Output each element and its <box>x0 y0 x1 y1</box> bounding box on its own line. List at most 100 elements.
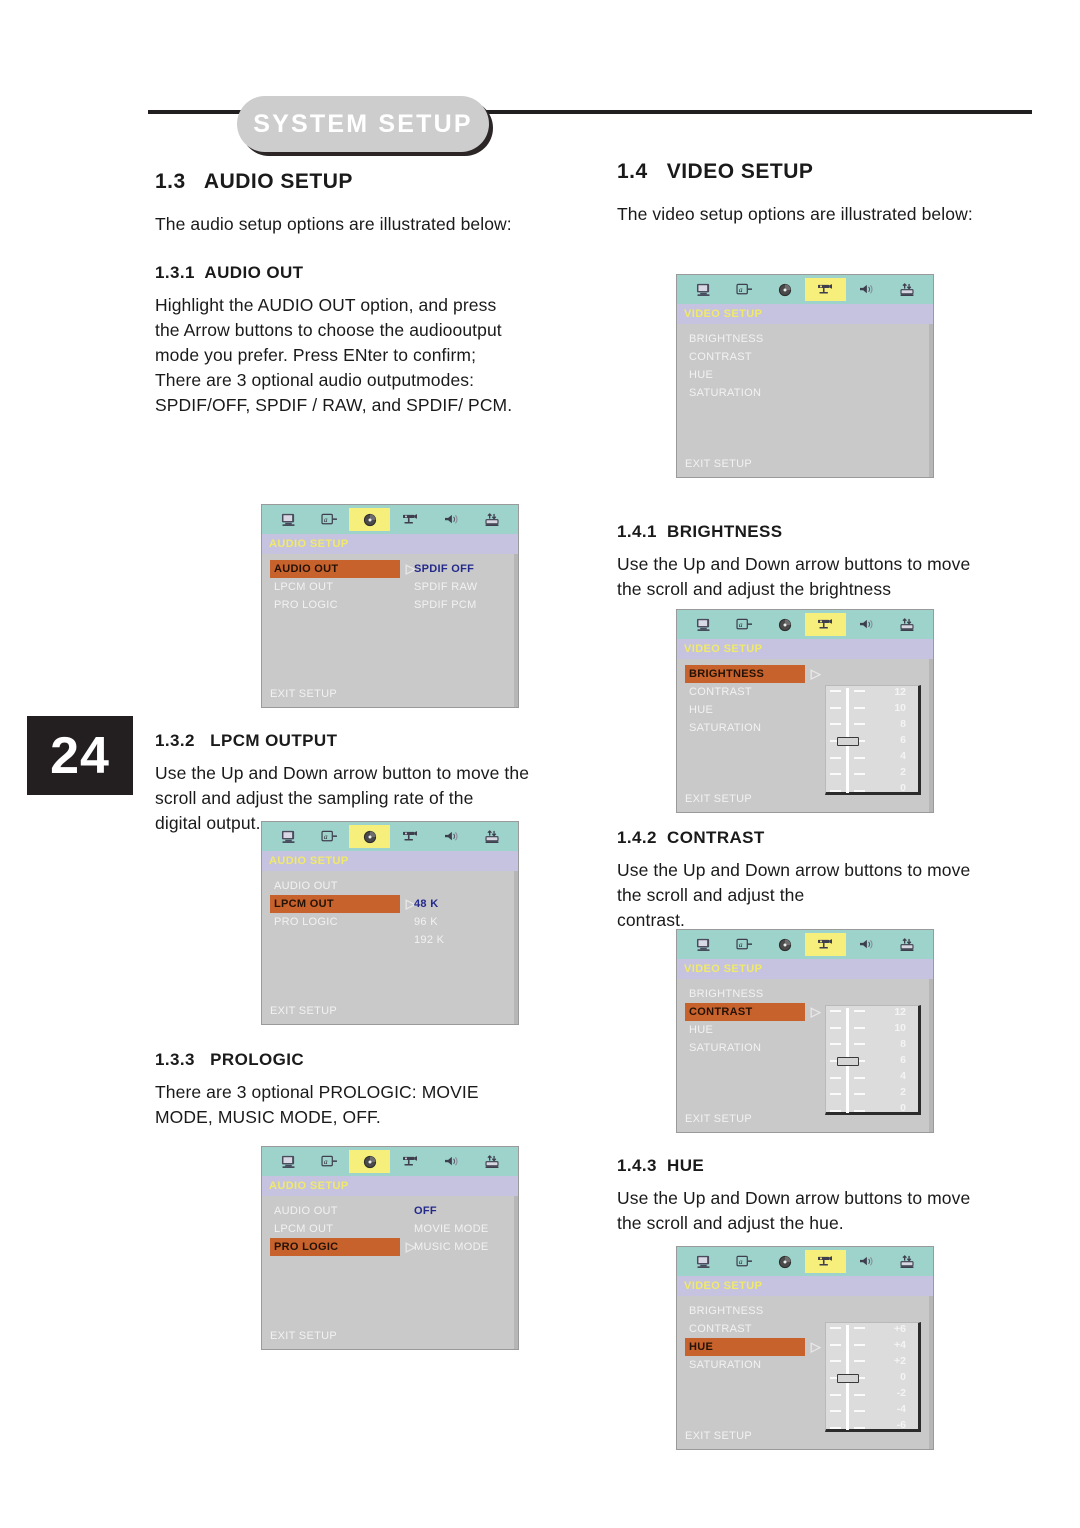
option-192k[interactable]: 192 K <box>414 931 514 949</box>
menu-item-pro-logic[interactable]: PRO LOGIC ▷ <box>270 1238 416 1256</box>
menu-item-lpcm-out[interactable]: LPCM OUT ▷ <box>270 895 416 913</box>
language-icon[interactable]: a <box>724 278 765 301</box>
language-icon[interactable]: a <box>309 508 350 531</box>
disc-icon[interactable] <box>764 278 805 301</box>
menu-item-audio-out[interactable]: AUDIO OUT ▷ <box>270 560 416 578</box>
osd-scrollbar[interactable] <box>929 979 933 1132</box>
menu-item-saturation[interactable]: SATURATION <box>685 1039 805 1057</box>
exit-setup-item[interactable]: EXIT SETUP <box>685 793 752 805</box>
menu-item-contrast[interactable]: CONTRAST <box>685 348 835 366</box>
osd-scrollbar[interactable] <box>514 871 518 1024</box>
menu-item-hue[interactable]: HUE <box>685 701 805 719</box>
menu-item-audio-out[interactable]: AUDIO OUT <box>270 877 400 895</box>
hue-slider[interactable]: +6 +4 +2 0 -2 -4 -6 <box>825 1322 921 1432</box>
disc-icon[interactable] <box>349 825 391 848</box>
menu-item-lpcm-out[interactable]: LPCM OUT <box>270 1220 400 1238</box>
option-48k[interactable]: 48 K <box>414 895 514 913</box>
disc-icon[interactable] <box>349 1150 391 1173</box>
speaker-icon[interactable] <box>431 508 472 531</box>
menu-item-pro-logic[interactable]: PRO LOGIC <box>270 596 400 614</box>
option-spdif-pcm[interactable]: SPDIF PCM <box>414 596 514 614</box>
language-icon[interactable]: a <box>724 613 765 636</box>
speaker-icon[interactable] <box>846 933 887 956</box>
speaker-icon[interactable] <box>846 613 887 636</box>
osd-video-setup[interactable]: a VIDEO SETUP BRIGHTNESS CONTRAST HUE SA… <box>676 274 934 478</box>
slider-thumb[interactable] <box>837 1374 859 1383</box>
monitor-icon[interactable] <box>268 508 309 531</box>
option-music-mode[interactable]: MUSIC MODE <box>414 1238 514 1256</box>
slider-thumb[interactable] <box>837 737 859 746</box>
menu-item-saturation[interactable]: SATURATION <box>685 1356 805 1374</box>
osd-contrast[interactable]: a VIDEO SETUP BRIGHTNESS CONTRAST ▷ HUE … <box>676 929 934 1133</box>
exit-setup-item[interactable]: EXIT SETUP <box>685 458 752 470</box>
speaker-icon[interactable] <box>431 1150 472 1173</box>
contrast-slider[interactable]: 12 10 8 6 4 2 0 <box>825 1005 921 1115</box>
tuner-icon[interactable] <box>886 933 927 956</box>
monitor-icon[interactable] <box>683 933 724 956</box>
exit-setup-item[interactable]: EXIT SETUP <box>270 1005 337 1017</box>
camcorder-icon[interactable] <box>805 1250 846 1273</box>
menu-item-contrast[interactable]: CONTRAST <box>685 1320 805 1338</box>
speaker-icon[interactable] <box>846 278 887 301</box>
menu-item-contrast[interactable]: CONTRAST ▷ <box>685 1003 821 1021</box>
language-icon[interactable]: a <box>724 933 765 956</box>
menu-item-saturation[interactable]: SATURATION <box>685 719 805 737</box>
osd-audio-out[interactable]: a AUDIO SETUP AUDIO OUT ▷ LPCM OUT PRO L… <box>261 504 519 708</box>
option-off[interactable]: OFF <box>414 1202 514 1220</box>
tuner-icon[interactable] <box>471 1150 512 1173</box>
disc-icon[interactable] <box>349 508 391 531</box>
slider-thumb[interactable] <box>837 1057 859 1066</box>
disc-icon[interactable] <box>764 1250 805 1273</box>
language-icon[interactable]: a <box>309 825 350 848</box>
monitor-icon[interactable] <box>268 1150 309 1173</box>
camcorder-icon[interactable] <box>390 825 431 848</box>
language-icon[interactable]: a <box>724 1250 765 1273</box>
monitor-icon[interactable] <box>268 825 309 848</box>
tuner-icon[interactable] <box>471 825 512 848</box>
osd-scrollbar[interactable] <box>514 554 518 707</box>
menu-item-hue[interactable]: HUE <box>685 366 835 384</box>
osd-hue[interactable]: a VIDEO SETUP BRIGHTNESS CONTRAST HUE ▷ … <box>676 1246 934 1450</box>
option-spdif-off[interactable]: SPDIF OFF <box>414 560 514 578</box>
menu-item-audio-out[interactable]: AUDIO OUT <box>270 1202 400 1220</box>
tuner-icon[interactable] <box>471 508 512 531</box>
menu-item-brightness[interactable]: BRIGHTNESS ▷ <box>685 665 821 683</box>
menu-item-hue[interactable]: HUE <box>685 1021 805 1039</box>
monitor-icon[interactable] <box>683 1250 724 1273</box>
osd-scrollbar[interactable] <box>514 1196 518 1349</box>
option-96k[interactable]: 96 K <box>414 913 514 931</box>
camcorder-icon[interactable] <box>805 613 846 636</box>
camcorder-icon[interactable] <box>390 1150 431 1173</box>
menu-item-saturation[interactable]: SATURATION <box>685 384 835 402</box>
exit-setup-item[interactable]: EXIT SETUP <box>270 688 337 700</box>
menu-item-hue[interactable]: HUE ▷ <box>685 1338 821 1356</box>
camcorder-icon[interactable] <box>390 508 431 531</box>
option-spdif-raw[interactable]: SPDIF RAW <box>414 578 514 596</box>
option-movie-mode[interactable]: MOVIE MODE <box>414 1220 514 1238</box>
osd-brightness[interactable]: a VIDEO SETUP BRIGHTNESS ▷ CONTRAST HUE … <box>676 609 934 813</box>
camcorder-icon[interactable] <box>805 278 846 301</box>
tuner-icon[interactable] <box>886 278 927 301</box>
disc-icon[interactable] <box>764 933 805 956</box>
brightness-slider[interactable]: 12 10 8 6 4 2 0 <box>825 685 921 795</box>
tuner-icon[interactable] <box>886 613 927 636</box>
language-icon[interactable]: a <box>309 1150 350 1173</box>
menu-item-pro-logic[interactable]: PRO LOGIC <box>270 913 400 931</box>
tuner-icon[interactable] <box>886 1250 927 1273</box>
osd-pro-logic[interactable]: a AUDIO SETUP AUDIO OUT LPCM OUT PRO LOG… <box>261 1146 519 1350</box>
menu-item-brightness[interactable]: BRIGHTNESS <box>685 330 835 348</box>
exit-setup-item[interactable]: EXIT SETUP <box>270 1330 337 1342</box>
exit-setup-item[interactable]: EXIT SETUP <box>685 1430 752 1442</box>
menu-item-contrast[interactable]: CONTRAST <box>685 683 805 701</box>
speaker-icon[interactable] <box>431 825 472 848</box>
osd-lpcm-out[interactable]: a AUDIO SETUP AUDIO OUT LPCM OUT ▷ PRO L… <box>261 821 519 1025</box>
menu-item-brightness[interactable]: BRIGHTNESS <box>685 1302 805 1320</box>
menu-item-lpcm-out[interactable]: LPCM OUT <box>270 578 400 596</box>
speaker-icon[interactable] <box>846 1250 887 1273</box>
osd-scrollbar[interactable] <box>929 1296 933 1449</box>
osd-scrollbar[interactable] <box>929 659 933 812</box>
exit-setup-item[interactable]: EXIT SETUP <box>685 1113 752 1125</box>
camcorder-icon[interactable] <box>805 933 846 956</box>
monitor-icon[interactable] <box>683 278 724 301</box>
osd-scrollbar[interactable] <box>929 324 933 477</box>
